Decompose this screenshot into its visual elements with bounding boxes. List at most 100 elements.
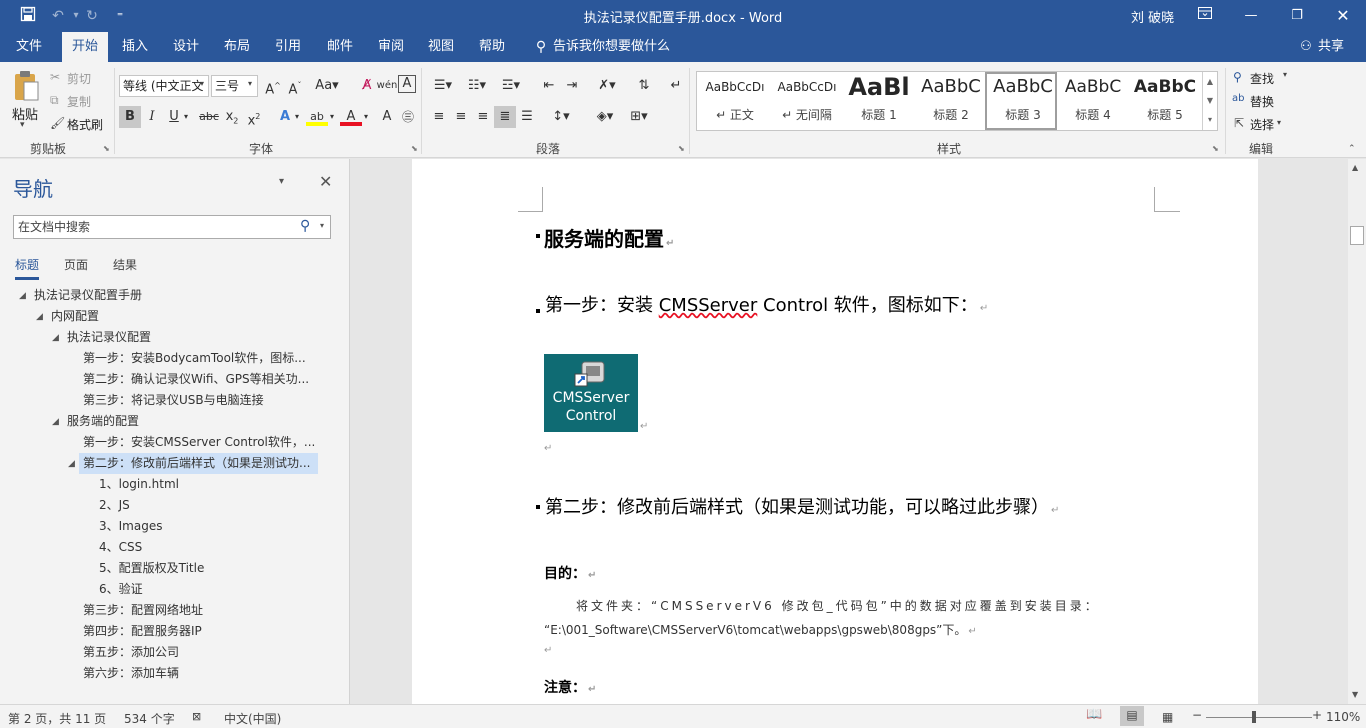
tab-file[interactable]: 文件 — [8, 32, 50, 62]
document-page[interactable]: 服务端的配置 ↵ 第一步：安装 CMSServer Control 软件，图标如下… — [412, 159, 1258, 704]
distributed-icon[interactable]: ☰ — [516, 106, 538, 128]
paste-button[interactable]: 粘贴 — [12, 104, 38, 123]
user-name[interactable]: 刘 破晓 — [1131, 7, 1174, 26]
superscript-icon[interactable]: x2 — [243, 106, 265, 128]
align-right-icon[interactable]: ≡ — [472, 106, 494, 128]
nav-tab-pages[interactable]: 页面 — [64, 256, 88, 273]
font-name-dropdown-icon[interactable]: ▾ — [200, 79, 204, 88]
proofing-icon[interactable]: ⊠ — [192, 710, 201, 723]
read-mode-icon[interactable]: 📖 — [1086, 707, 1102, 722]
find-icon[interactable]: ⚲ — [1233, 70, 1242, 84]
justify-icon[interactable]: ≣ — [494, 106, 516, 128]
zoom-slider-track[interactable] — [1206, 717, 1312, 718]
bold-icon[interactable]: B — [119, 106, 141, 128]
change-case-icon[interactable]: Aa▾ — [312, 75, 342, 97]
increase-indent-icon[interactable]: ⇥ — [561, 75, 583, 97]
tab-design[interactable]: 设计 — [166, 32, 206, 62]
style-heading-3[interactable]: AaBbC 标题 3 — [985, 72, 1057, 130]
grow-font-icon[interactable]: A^ — [262, 75, 284, 97]
cut-icon[interactable]: ✂ — [50, 70, 60, 84]
collapse-icon[interactable]: ◢ — [36, 312, 43, 322]
language-indicator[interactable]: 中文(中国) — [224, 710, 281, 727]
find-button[interactable]: 查找 — [1250, 70, 1274, 87]
paste-dropdown-icon[interactable]: ▾ — [20, 120, 25, 130]
minimize-icon[interactable]: — — [1228, 0, 1274, 32]
underline-dropdown-icon[interactable]: ▾ — [180, 106, 192, 128]
nav-heading-item[interactable]: 内网配置 — [51, 306, 99, 327]
nav-tab-headings[interactable]: 标题 — [15, 256, 40, 280]
select-button[interactable]: 选择 — [1250, 116, 1274, 133]
nav-heading-item[interactable]: 6、验证 — [99, 579, 143, 600]
strikethrough-icon[interactable]: abc — [198, 106, 220, 128]
search-icon[interactable]: ⚲ — [300, 218, 310, 234]
style-heading-5[interactable]: AaBbC 标题 5 — [1129, 72, 1201, 130]
zoom-slider-thumb[interactable] — [1252, 711, 1256, 723]
tab-view[interactable]: 视图 — [421, 32, 461, 62]
font-color-dropdown-icon[interactable]: ▾ — [360, 106, 372, 128]
restore-icon[interactable]: ❐ — [1274, 0, 1320, 32]
style-heading-4[interactable]: AaBbC 标题 4 — [1057, 72, 1129, 130]
collapse-icon[interactable]: ◢ — [52, 333, 59, 343]
clipboard-launcher-icon[interactable]: ⬊ — [103, 144, 110, 153]
style-heading-2[interactable]: AaBbC 标题 2 — [915, 72, 987, 130]
scroll-down-icon[interactable]: ▼ — [1352, 690, 1358, 699]
italic-icon[interactable]: I — [141, 106, 163, 128]
nav-close-icon[interactable]: ✕ — [319, 172, 332, 191]
shrink-font-icon[interactable]: Aˇ — [284, 75, 306, 97]
zoom-level[interactable]: 110% — [1326, 710, 1360, 724]
search-dropdown-icon[interactable]: ▾ — [320, 221, 324, 230]
cut-button[interactable]: 剪切 — [67, 70, 91, 87]
shading-icon[interactable]: ◈▾ — [590, 106, 620, 128]
collapse-icon[interactable]: ◢ — [19, 291, 26, 301]
close-icon[interactable]: ✕ — [1320, 0, 1366, 32]
numbering-icon[interactable]: ☷▾ — [462, 75, 492, 97]
vertical-scrollbar[interactable]: ▲ ▼ — [1348, 159, 1366, 704]
scroll-up-icon[interactable]: ▲ — [1352, 163, 1358, 172]
replace-button[interactable]: 替换 — [1250, 93, 1274, 110]
tab-layout[interactable]: 布局 — [217, 32, 257, 62]
scroll-thumb[interactable] — [1350, 226, 1364, 245]
nav-heading-item-selected[interactable]: 第二步：修改前后端样式（如果是测试功... — [79, 453, 318, 474]
font-size-dropdown-icon[interactable]: ▾ — [248, 79, 252, 88]
nav-heading-item[interactable]: 第一步：安装BodycamTool软件，图标... — [83, 348, 306, 369]
styles-launcher-icon[interactable]: ⬊ — [1212, 144, 1219, 153]
collapse-ribbon-icon[interactable]: ⌃ — [1348, 144, 1356, 154]
bullets-icon[interactable]: ☰▾ — [428, 75, 458, 97]
clipboard-icon[interactable] — [12, 70, 40, 105]
paragraph-launcher-icon[interactable]: ⬊ — [678, 144, 685, 153]
nav-heading-item[interactable]: 第二步：确认记录仪Wifi、GPS等相关功... — [83, 369, 309, 390]
nav-heading-item[interactable]: 第一步：安装CMSServer Control软件，... — [83, 432, 315, 453]
tell-me-box[interactable]: 告诉我你想要做什么 — [553, 32, 673, 62]
font-name-combo[interactable]: 等线 (中文正文 — [119, 75, 209, 97]
subscript-icon[interactable]: x2 — [221, 106, 243, 128]
tab-review[interactable]: 审阅 — [371, 32, 411, 62]
nav-heading-item[interactable]: 第四步：配置服务器IP — [83, 621, 202, 642]
line-spacing-icon[interactable]: ↕▾ — [546, 106, 576, 128]
align-left-icon[interactable]: ≡ — [428, 106, 450, 128]
show-paragraph-marks-icon[interactable]: ↵ — [665, 75, 687, 97]
ribbon-display-options-icon[interactable] — [1182, 0, 1228, 32]
nav-heading-item[interactable]: 3、Images — [99, 516, 162, 537]
highlight-icon[interactable]: ab — [306, 106, 328, 126]
style-normal[interactable]: AaBbCcDı ↵ 正文 — [699, 72, 771, 130]
nav-tab-results[interactable]: 结果 — [113, 256, 137, 273]
collapse-icon[interactable]: ◢ — [68, 459, 75, 469]
copy-button[interactable]: 复制 — [67, 93, 91, 110]
nav-search-input[interactable]: 在文档中搜索 — [13, 215, 331, 239]
chinese-layout-icon[interactable]: ✗▾ — [592, 75, 622, 97]
nav-heading-item[interactable]: 服务端的配置 — [67, 411, 139, 432]
character-border-icon[interactable]: A — [398, 75, 416, 93]
clear-formatting-icon[interactable]: A̸ — [356, 75, 378, 97]
collapse-icon[interactable]: ◢ — [52, 417, 59, 427]
nav-heading-item[interactable]: 执法记录仪配置 — [67, 327, 151, 348]
nav-heading-item[interactable]: 1、login.html — [99, 474, 179, 495]
format-painter-button[interactable]: 格式刷 — [67, 116, 103, 133]
nav-heading-item[interactable]: 第三步：配置网络地址 — [83, 600, 203, 621]
multilevel-list-icon[interactable]: ☲▾ — [496, 75, 526, 97]
share-button[interactable]: 共享 — [1316, 32, 1346, 62]
nav-heading-item[interactable]: 4、CSS — [99, 537, 142, 558]
character-shading-icon[interactable]: A — [376, 106, 398, 128]
decrease-indent-icon[interactable]: ⇤ — [538, 75, 560, 97]
style-no-spacing[interactable]: AaBbCcDı ↵ 无间隔 — [771, 72, 843, 130]
enclose-characters-icon[interactable]: ㊂ — [397, 106, 419, 128]
